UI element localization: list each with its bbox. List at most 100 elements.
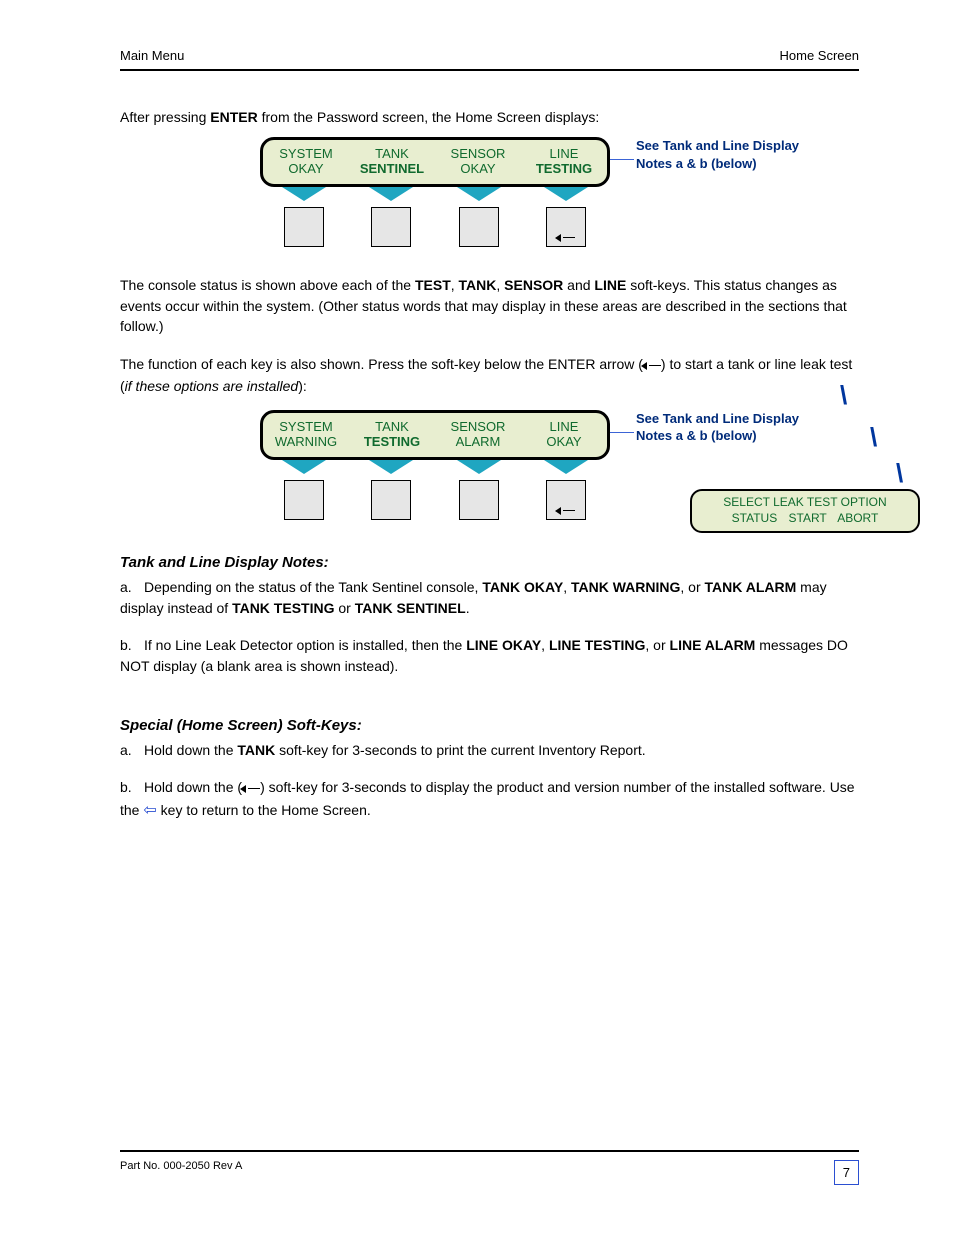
lcd1-cell3-l2: TESTING — [521, 162, 607, 177]
lcd2-cell-sensor: SENSOR ALARM — [435, 413, 521, 457]
tank-line-notes-heading: Tank and Line Display Notes: — [120, 554, 859, 571]
triangle-icon — [282, 460, 326, 474]
para1-m2: , — [496, 277, 504, 293]
softkeys-heading: Special (Home Screen) Soft-Keys: — [120, 717, 859, 734]
para2-text: The function of each key is also shown. … — [120, 356, 427, 372]
softkey-button[interactable] — [284, 207, 324, 247]
softkey-button[interactable] — [284, 480, 324, 520]
note-b-m2: , or — [645, 637, 669, 653]
para1-b3: SENSOR — [504, 277, 563, 293]
paragraph-status: The console status is shown above each o… — [120, 275, 859, 336]
enter-arrow-icon — [557, 234, 575, 242]
softkey-enter-button[interactable] — [546, 480, 586, 520]
lcd2-cell0-l1: SYSTEM — [263, 420, 349, 435]
lcd1-cell1-l2: SENTINEL — [349, 162, 435, 177]
note-a-m2: , or — [680, 579, 704, 595]
para2-emph: if these options are installed — [125, 378, 299, 394]
note-a-m4: or — [334, 600, 354, 616]
footer-partno: Part No. 000-2050 Rev A — [120, 1160, 242, 1172]
diagonal-mark: \ — [896, 458, 903, 489]
note-b-m1: , — [541, 637, 549, 653]
sk-b-end: key to return to the Home Screen. — [157, 802, 371, 818]
lcd1-cell0-l1: SYSTEM — [263, 147, 349, 162]
note-a-b3: TANK ALARM — [705, 579, 797, 595]
note-b-b3: LINE ALARM — [670, 637, 756, 653]
page-footer: Part No. 000-2050 Rev A 7 — [120, 1150, 859, 1185]
note-a-pre: Depending on the status of the Tank Sent… — [144, 579, 482, 595]
sk-a-pre: Hold down the — [144, 742, 237, 758]
para1-b2: TANK — [459, 277, 497, 293]
connector-line — [610, 432, 634, 433]
lcd-block-2: SYSTEM WARNING TANK TESTING SENSOR ALARM… — [260, 410, 859, 520]
note-a-b2: TANK WARNING — [571, 579, 680, 595]
note-b-pre: If no Line Leak Detector option is insta… — [144, 637, 466, 653]
para2-key: soft-key below the ENTER arrow ( — [431, 356, 643, 372]
lcd2-note: See Tank and Line Display Notes a & b (b… — [636, 410, 816, 445]
lcd2-cell1-l1: TANK — [349, 420, 435, 435]
lcd1-cell-tank: TANK SENTINEL — [349, 140, 435, 184]
lcd-frame-1: SYSTEM OKAY TANK SENTINEL SENSOR OKAY LI… — [260, 137, 610, 187]
enter-arrow-inline-icon — [242, 778, 260, 799]
page-header: Main Menu Home Screen — [120, 48, 859, 71]
lcd2-buttons — [260, 480, 610, 520]
back-arrow-icon: ⇦ — [143, 802, 156, 819]
header-right: Home Screen — [780, 48, 859, 63]
paragraph-function: The function of each key is also shown. … — [120, 354, 859, 396]
softkey-button[interactable] — [371, 207, 411, 247]
triangle-icon — [544, 187, 588, 201]
lcd-frame-2: SYSTEM WARNING TANK TESTING SENSOR ALARM… — [260, 410, 610, 460]
lcd2-triangles — [260, 460, 610, 474]
lcd2-cell3-l2: OKAY — [521, 435, 607, 450]
tank-line-note-b: b. If no Line Leak Detector option is ins… — [120, 635, 859, 677]
lcd1-cell-system: SYSTEM OKAY — [263, 140, 349, 184]
lcd1-triangles — [260, 187, 610, 201]
para1-pre: The console status is shown above each o… — [120, 277, 415, 293]
para1-m1: , — [451, 277, 459, 293]
popup-line2: STATUS START ABORT — [692, 511, 918, 527]
diagonal-mark: \ — [840, 380, 847, 411]
note-b-b1: LINE OKAY — [466, 637, 541, 653]
triangle-icon — [369, 187, 413, 201]
tank-line-note-a: a.Depending on the status of the Tank Se… — [120, 577, 859, 619]
sk-a-label: a. — [120, 740, 138, 761]
triangle-icon — [544, 460, 588, 474]
connector-line — [610, 159, 634, 160]
triangle-icon — [369, 460, 413, 474]
para1-b4: LINE — [594, 277, 626, 293]
note-a-b5: TANK SENTINEL — [355, 600, 466, 616]
lcd1-cell1-l1: TANK — [349, 147, 435, 162]
lcd1-cell2-l1: SENSOR — [435, 147, 521, 162]
header-left: Main Menu — [120, 48, 184, 63]
note-a-b4: TANK TESTING — [232, 600, 334, 616]
lcd2-cell2-l1: SENSOR — [435, 420, 521, 435]
intro-post: from the Password screen, the Home Scree… — [258, 109, 600, 125]
lcd2-cell-tank: TANK TESTING — [349, 413, 435, 457]
lcd1-note: See Tank and Line Display Notes a & b (b… — [636, 137, 816, 172]
intro-enter: ENTER — [210, 109, 257, 125]
note-b-b2: LINE TESTING — [549, 637, 645, 653]
intro-pre: After pressing — [120, 109, 210, 125]
lcd1-cell3-l1: LINE — [521, 147, 607, 162]
softkey-button[interactable] — [459, 207, 499, 247]
note-a-m1: , — [563, 579, 571, 595]
softkey-button[interactable] — [371, 480, 411, 520]
triangle-icon — [282, 187, 326, 201]
lcd1-cell-line: LINE TESTING — [521, 140, 607, 184]
page-number: 7 — [834, 1160, 859, 1185]
sk-b-pre: Hold down the ( — [144, 779, 242, 795]
intro-paragraph: After pressing ENTER from the Password s… — [120, 107, 859, 127]
note-b-label: b. — [120, 635, 138, 656]
softkeys-note-a: a.Hold down the TANK soft-key for 3-seco… — [120, 740, 859, 761]
lcd1-cell-sensor: SENSOR OKAY — [435, 140, 521, 184]
softkey-enter-button[interactable] — [546, 207, 586, 247]
lcd2-cell-system: SYSTEM WARNING — [263, 413, 349, 457]
lcd2-cell1-l2: TESTING — [349, 435, 435, 450]
note-a-post: . — [466, 600, 470, 616]
para1-m3: and — [563, 277, 594, 293]
triangle-icon — [457, 187, 501, 201]
lcd2-cell-line: LINE OKAY — [521, 413, 607, 457]
note-a-b1: TANK OKAY — [482, 579, 563, 595]
softkey-button[interactable] — [459, 480, 499, 520]
lcd2-cell2-l2: ALARM — [435, 435, 521, 450]
para1-b1: TEST — [415, 277, 451, 293]
